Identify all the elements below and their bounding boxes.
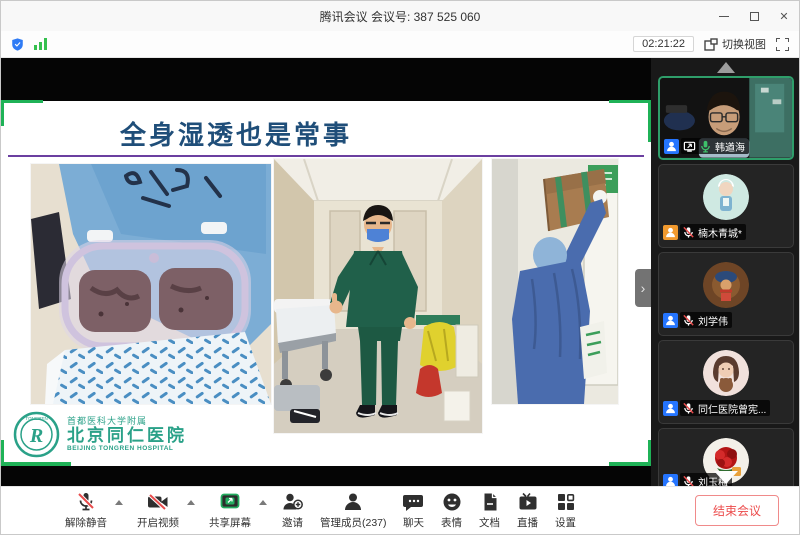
- mic-on-icon: [699, 140, 712, 153]
- share-screen-button[interactable]: 共享屏幕: [201, 492, 259, 530]
- maximize-button[interactable]: [739, 1, 769, 31]
- close-button[interactable]: ✕: [769, 1, 799, 31]
- switch-view-icon: [704, 38, 718, 51]
- minimize-button[interactable]: [709, 1, 739, 31]
- participant-name: 楠木青城*: [698, 225, 742, 240]
- share-border-corner: [609, 440, 651, 466]
- camera-off-icon: [146, 491, 170, 513]
- shared-screen-stage: 全身湿透也是常事: [1, 58, 651, 488]
- svg-text:TONGREN: TONGREN: [25, 416, 47, 421]
- member-role-icon: [664, 139, 679, 154]
- minimize-icon: [719, 16, 729, 17]
- meeting-window: 腾讯会议 会议号: 387 525 060 ✕ 02:21:22: [0, 0, 800, 535]
- window-controls: ✕: [709, 1, 799, 31]
- slide-title: 全身湿透也是常事: [71, 115, 401, 152]
- photo-ppe-goggles: [31, 164, 271, 404]
- docs-button[interactable]: 文档: [471, 492, 509, 530]
- photo-green-scrubs-corridor: [274, 159, 482, 433]
- slide-divider: [8, 155, 644, 157]
- logo-hospital-name: 北京同仁医院: [67, 427, 187, 446]
- switch-view-label: 切换视图: [722, 36, 766, 52]
- presentation-slide: 全身湿透也是常事: [1, 101, 651, 466]
- participant-tile[interactable]: 刘学伟: [658, 252, 794, 336]
- svg-text:R: R: [29, 425, 43, 447]
- chat-bubble-icon: [403, 491, 425, 513]
- maximize-icon: [750, 12, 759, 21]
- mic-options-caret[interactable]: [115, 500, 123, 505]
- title-bar: 腾讯会议 会议号: 387 525 060 ✕: [1, 1, 799, 31]
- window-title: 腾讯会议 会议号: 387 525 060: [1, 8, 799, 25]
- participant-avatar: [703, 350, 749, 396]
- smiley-icon: [441, 491, 463, 513]
- invite-person-icon: [281, 491, 304, 513]
- live-tv-icon: [517, 491, 539, 513]
- share-screen-icon: [219, 491, 241, 513]
- chat-button[interactable]: 聊天: [395, 492, 433, 530]
- participant-tile[interactable]: 楠木青城*: [658, 164, 794, 248]
- member-role-icon: [663, 401, 678, 416]
- manage-members-button[interactable]: 管理成员(237): [312, 492, 395, 530]
- fullscreen-button[interactable]: [776, 38, 789, 51]
- member-role-icon: [663, 313, 678, 328]
- mic-muted-icon: [682, 226, 695, 239]
- end-meeting-button[interactable]: 结束会议: [695, 495, 779, 526]
- security-shield-icon[interactable]: [11, 38, 24, 51]
- screen-sharing-icon: [683, 140, 696, 153]
- photo-ppe-box-corridor: [492, 159, 618, 404]
- settings-button[interactable]: 设置: [547, 492, 585, 530]
- share-border-corner: [1, 100, 43, 126]
- expand-panel-chevron[interactable]: ›: [635, 269, 651, 307]
- scroll-up-arrow-icon[interactable]: [717, 62, 735, 73]
- document-icon: [479, 491, 501, 513]
- participant-avatar: [703, 262, 749, 308]
- video-options-caret[interactable]: [187, 500, 195, 505]
- members-icon: [342, 491, 364, 513]
- mic-muted-icon: [682, 314, 695, 327]
- start-video-button[interactable]: 开启视频: [129, 492, 187, 530]
- switch-view-button[interactable]: 切换视图: [704, 36, 766, 52]
- meeting-timer: 02:21:22: [633, 36, 694, 52]
- participants-sidebar: 韩遒海: [651, 58, 800, 488]
- logo-english-name: BEIJING TONGREN HOSPITAL: [67, 445, 187, 452]
- hospital-seal-icon: TONGREN R: [13, 411, 60, 458]
- participant-avatar: [703, 174, 749, 220]
- network-signal-icon[interactable]: [33, 37, 48, 51]
- live-stream-button[interactable]: 直播: [509, 492, 547, 530]
- status-bar: 02:21:22 切换视图: [1, 31, 799, 58]
- reactions-button[interactable]: 表情: [433, 492, 471, 530]
- settings-grid-icon: [555, 491, 577, 513]
- share-border-corner: [609, 100, 651, 142]
- participant-tile[interactable]: 韩遒海: [658, 76, 794, 160]
- meeting-toolbar: 解除静音 开启视频 共享屏幕: [1, 486, 799, 534]
- unmute-button[interactable]: 解除静音: [57, 492, 115, 530]
- share-options-caret[interactable]: [259, 500, 267, 505]
- invite-button[interactable]: 邀请: [273, 492, 312, 530]
- scroll-down-arrow-icon[interactable]: [714, 471, 738, 484]
- participant-name: 韩遒海: [715, 139, 745, 154]
- microphone-muted-icon: [75, 491, 97, 513]
- mic-muted-icon: [682, 402, 695, 415]
- participant-name: 刘学伟: [698, 313, 728, 328]
- hospital-logo: TONGREN R 首都医科大学附属 北京同仁医院 BEIJING TONGRE…: [13, 411, 187, 458]
- participant-tile[interactable]: 同仁医院曾宪...: [658, 340, 794, 424]
- member-role-icon: [663, 225, 678, 240]
- participant-name: 同仁医院曾宪...: [698, 401, 766, 416]
